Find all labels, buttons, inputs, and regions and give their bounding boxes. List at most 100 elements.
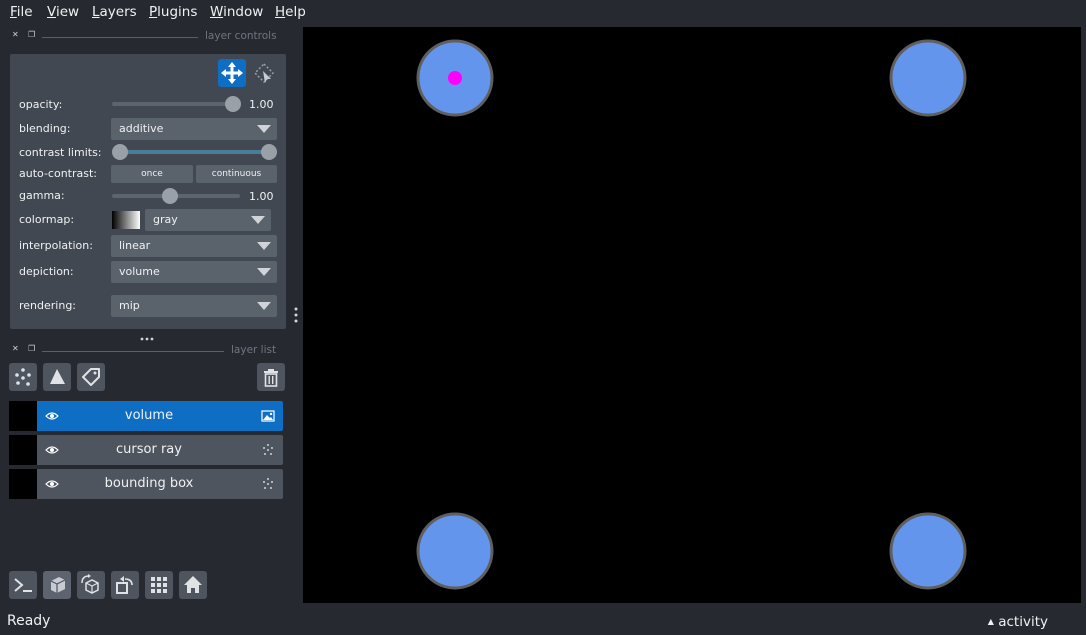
gamma-value: 1.00 (249, 190, 274, 203)
opacity-value: 1.00 (249, 98, 274, 111)
sidebar-resize-handle[interactable] (293, 306, 299, 324)
layer-name: cursor ray (116, 442, 182, 457)
new-labels-layer-button[interactable] (77, 363, 105, 391)
canvas-render (416, 39, 967, 590)
reset-view-button[interactable] (179, 571, 207, 599)
points-icon (263, 478, 273, 489)
rendering-combo[interactable]: mip (111, 295, 277, 317)
move-arrows-icon (221, 62, 243, 84)
opacity-slider[interactable] (112, 102, 236, 106)
colormap-preview (112, 211, 140, 229)
chevron-down-icon (257, 302, 271, 310)
shapes-icon (50, 369, 65, 384)
depiction-value: volume (119, 265, 160, 278)
float-dock-icon[interactable]: ❐ (28, 30, 35, 39)
contrast-limits-low-handle[interactable] (112, 144, 128, 160)
bounding-box-point (416, 512, 494, 590)
depiction-label: depiction: (19, 265, 74, 278)
layer-name: bounding box (104, 476, 194, 491)
menu-plugins[interactable]: Plugins (149, 4, 197, 20)
close-dock-icon[interactable]: ✕ (12, 30, 19, 39)
viewer-canvas[interactable] (303, 27, 1081, 603)
transform-icon (253, 62, 275, 84)
auto-contrast-once-button[interactable]: once (111, 165, 193, 183)
chevron-down-icon (257, 125, 271, 133)
activity-label: activity (998, 614, 1048, 630)
menu-view[interactable]: View (47, 4, 79, 20)
layer-thumbnail (9, 435, 37, 465)
points-icon (263, 444, 273, 455)
layer-thumbnail (9, 401, 37, 431)
vertical-dots-icon (294, 307, 298, 323)
layer-row-volume[interactable]: volume (9, 401, 283, 431)
grid-view-button[interactable] (145, 571, 173, 599)
console-button[interactable] (9, 571, 37, 599)
points-icon (15, 368, 31, 386)
layer-name: volume (124, 408, 174, 423)
interpolation-combo[interactable]: linear (111, 235, 277, 257)
rotate-cube-icon (81, 574, 99, 594)
tag-icon (82, 368, 100, 386)
delete-layer-button[interactable] (257, 363, 285, 391)
home-icon (184, 576, 202, 593)
depiction-combo[interactable]: volume (111, 261, 277, 283)
menu-file[interactable]: File (10, 4, 33, 20)
grid-icon (151, 577, 167, 593)
dock-resize-handle[interactable] (139, 332, 155, 341)
rendering-value: mip (119, 299, 140, 312)
layer-row-bounding-box[interactable]: bounding box (9, 469, 283, 499)
opacity-slider-handle[interactable] (225, 96, 241, 112)
gamma-slider-handle[interactable] (162, 188, 178, 204)
trash-icon (264, 369, 278, 387)
float-dock-icon[interactable]: ❐ (28, 344, 35, 353)
cursor-ray-point (448, 71, 462, 85)
image-icon (261, 410, 275, 422)
toggle-ndisplay-button[interactable] (43, 571, 71, 599)
chevron-down-icon (257, 242, 271, 250)
status-text: Ready (7, 613, 51, 629)
blending-combo[interactable]: additive (111, 118, 277, 140)
interpolation-value: linear (119, 239, 151, 252)
status-bar: Ready ▲ activity (0, 609, 1086, 635)
chevron-down-icon (257, 268, 271, 276)
contrast-limits-slider[interactable] (120, 150, 268, 154)
new-shapes-layer-button[interactable] (43, 363, 71, 391)
transform-button[interactable] (250, 59, 278, 87)
title-divider (42, 37, 198, 38)
transpose-dimensions-button[interactable] (111, 571, 139, 599)
menu-window[interactable]: Window (210, 4, 263, 20)
bounding-box-point (889, 39, 967, 117)
close-dock-icon[interactable]: ✕ (12, 344, 19, 353)
colormap-combo[interactable]: gray (145, 209, 271, 231)
horizontal-dots-icon (140, 337, 154, 341)
opacity-label: opacity: (19, 98, 63, 111)
colormap-label: colormap: (19, 213, 75, 226)
bounding-box-point (889, 512, 967, 590)
activity-button[interactable]: ▲ activity (988, 614, 1048, 630)
colormap-value: gray (153, 213, 178, 226)
new-points-layer-button[interactable] (9, 363, 37, 391)
contrast-limits-high-handle[interactable] (261, 144, 277, 160)
menu-layers[interactable]: Layers (92, 4, 137, 20)
contrast-limits-label: contrast limits: (19, 146, 102, 159)
layer-list-titlebar: ✕ ❐ layer list (10, 344, 280, 358)
menu-help[interactable]: Help (275, 4, 306, 20)
layer-controls-title: layer controls (205, 30, 277, 42)
blending-label: blending: (19, 122, 71, 135)
interpolation-label: interpolation: (19, 239, 93, 252)
rendering-label: rendering: (19, 299, 77, 312)
transpose-icon (116, 576, 133, 594)
pan-zoom-button[interactable] (218, 59, 246, 87)
layer-row-cursor-ray[interactable]: cursor ray (9, 435, 283, 465)
caret-up-icon: ▲ (987, 617, 994, 626)
roll-dimensions-button[interactable] (77, 571, 105, 599)
layer-thumbnail (9, 469, 37, 499)
menu-bar: File View Layers Plugins Window Help (0, 0, 1086, 24)
chevron-down-icon (251, 216, 265, 224)
layer-controls-panel: opacity: 1.00 blending: additive contras… (10, 54, 286, 329)
cube-icon (50, 577, 66, 593)
auto-contrast-label: auto-contrast: (19, 167, 98, 180)
title-divider (42, 351, 224, 352)
auto-contrast-continuous-button[interactable]: continuous (196, 165, 277, 183)
gamma-label: gamma: (19, 189, 65, 202)
